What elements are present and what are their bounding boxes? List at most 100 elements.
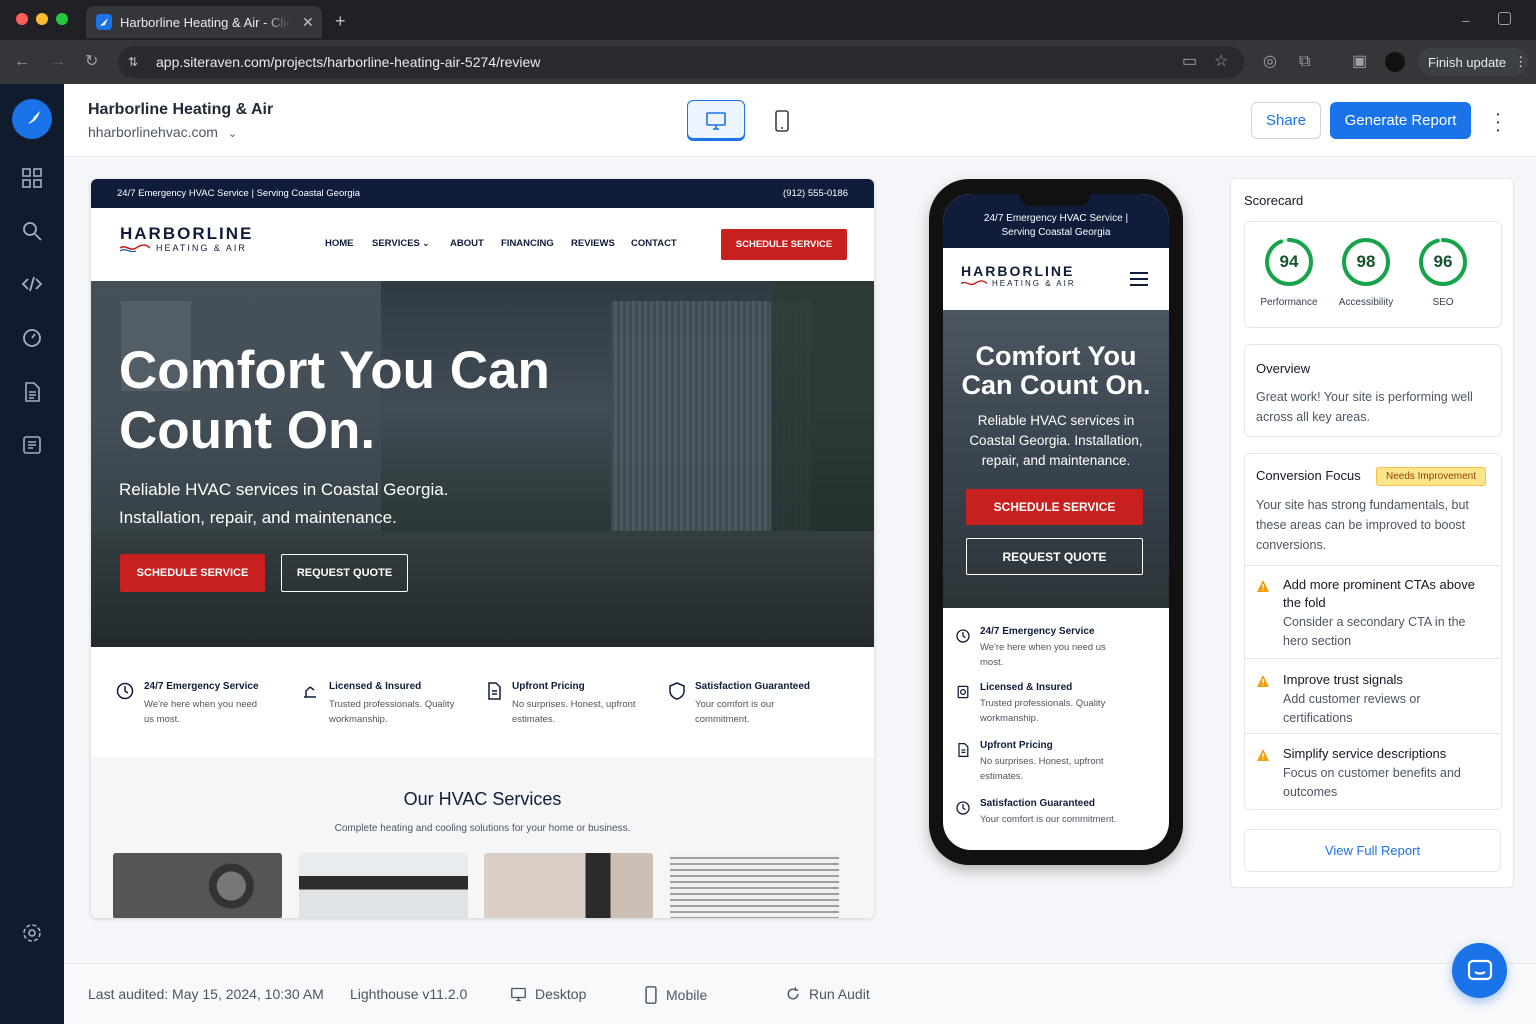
overview-title: Overview [1256, 361, 1311, 376]
hero-title: Comfort You Can Count On. [119, 341, 550, 460]
finish-update-button[interactable]: Finish update ⋮ [1418, 48, 1528, 76]
feature-item: Licensed & Insured Trusted professionals… [300, 681, 470, 727]
tab-title: Harborline Heating & Air - Client Review [120, 14, 290, 30]
feather-logo-icon [23, 111, 40, 128]
mobile-site-logo[interactable]: HARBORLINE HEATING & AIR [961, 263, 1076, 288]
footer-desktop-button[interactable]: Desktop [510, 986, 586, 1002]
mobile-brand-sub: HEATING & AIR [992, 279, 1076, 288]
nav-services[interactable]: SERVICES ⌄ [372, 238, 429, 249]
window-minimize-icon[interactable]: – [1462, 12, 1470, 28]
extension-icon[interactable]: ◎ [1263, 54, 1277, 70]
receipt-icon [488, 682, 501, 700]
desktop-view-toggle[interactable] [687, 100, 745, 141]
window-close-button[interactable] [16, 13, 28, 25]
mobile-feature-desc: Your comfort is our commitment. [980, 814, 1117, 825]
hero-section: Comfort You Can Count On. Reliable HVAC … [91, 281, 874, 647]
hero-quote-button[interactable]: REQUEST QUOTE [281, 554, 408, 592]
share-button[interactable]: Share [1251, 102, 1321, 139]
mobile-quote-button[interactable]: REQUEST QUOTE [966, 538, 1143, 575]
desktop-preview-frame: 24/7 Emergency HVAC Service | Serving Co… [91, 179, 874, 918]
nav-contact[interactable]: CONTACT [631, 238, 677, 249]
mobile-feature-desc: No surprises. Honest, upfront estimates. [980, 756, 1104, 782]
back-arrow-icon[interactable]: ← [14, 54, 30, 70]
site-logo[interactable]: HARBORLINE HEATING & AIR [120, 224, 253, 253]
shield-icon [669, 682, 685, 700]
footer-mobile-button[interactable]: Mobile [644, 986, 707, 1004]
sidepanel-icon[interactable]: ▣ [1352, 54, 1367, 70]
domain-dropdown[interactable]: hharborlinehvac.com ⌄ [88, 124, 237, 140]
score-label: Performance [1260, 297, 1318, 308]
service-image-furnace[interactable] [113, 853, 282, 918]
site-settings-icon[interactable]: ⇅ [128, 55, 138, 69]
conversion-title: Conversion Focus [1256, 468, 1361, 483]
refresh-icon [787, 987, 799, 1000]
reload-icon[interactable]: ↻ [85, 54, 98, 70]
run-audit-button[interactable]: Run Audit [785, 986, 870, 1002]
nav-services-label: SERVICES [372, 238, 420, 249]
nav-schedule-button[interactable]: SCHEDULE SERVICE [721, 229, 847, 260]
brand-sub: HEATING & AIR [156, 243, 247, 253]
siteraven-logo[interactable] [12, 99, 52, 139]
nav-about[interactable]: ABOUT [450, 238, 484, 249]
forward-arrow-icon[interactable]: → [50, 54, 66, 70]
window-restore-icon[interactable] [1498, 12, 1511, 25]
window-minimize-button[interactable] [36, 13, 48, 25]
divider [1245, 658, 1501, 659]
hamburger-menu-icon[interactable] [1130, 272, 1148, 286]
phone-notch [1020, 190, 1090, 206]
divider [1245, 565, 1501, 566]
feature-desc: We're here when you need us most. [144, 699, 258, 725]
browser-tab[interactable]: Harborline Heating & Air - Client Review… [86, 6, 322, 38]
recommendation-item[interactable]: Simplify service descriptions Focus on c… [1283, 745, 1483, 802]
mobile-view-toggle[interactable] [753, 100, 811, 141]
recommendation-item[interactable]: Improve trust signals Add customer revie… [1283, 671, 1483, 728]
monitor-icon [511, 987, 526, 1001]
service-image-ac-unit[interactable] [670, 853, 839, 918]
footer-desktop-label: Desktop [535, 986, 587, 1002]
tab-close-icon[interactable]: ✕ [302, 14, 314, 31]
url-bar[interactable]: app.siteraven.com/projects/harborline-he… [118, 46, 1244, 78]
new-tab-icon[interactable]: + [335, 11, 346, 32]
more-options-icon[interactable]: · · · [1492, 104, 1504, 140]
settings-gear-icon[interactable] [20, 921, 44, 945]
mobile-hero-title: Comfort You Can Count On. [961, 341, 1151, 400]
recommendation-desc: Consider a secondary CTA in the hero sec… [1283, 615, 1466, 648]
recommendation-item[interactable]: Add more prominent CTAs above the fold C… [1283, 576, 1483, 651]
siteraven-favicon-icon [96, 14, 112, 30]
mobile-feature-title: Satisfaction Guaranteed [980, 798, 1096, 809]
profile-avatar[interactable] [1385, 52, 1405, 72]
feature-desc: Trusted professionals. Quality workmansh… [329, 699, 455, 725]
lighthouse-version: Lighthouse v11.2.0 [350, 986, 468, 1002]
cast-icon[interactable]: ▭ [1182, 54, 1197, 70]
gauge-icon[interactable] [20, 326, 44, 350]
mobile-schedule-button[interactable]: SCHEDULE SERVICE [966, 489, 1143, 525]
dashboard-grid-icon[interactable] [20, 166, 44, 190]
tools-icon [304, 686, 316, 698]
score-value: 96 [1433, 252, 1453, 271]
nav-financing[interactable]: FINANCING [501, 238, 554, 249]
window-zoom-button[interactable] [56, 13, 68, 25]
feature-desc: No surprises. Honest, upfront estimates. [512, 699, 636, 725]
service-image-pipes[interactable] [299, 853, 468, 918]
nav-reviews[interactable]: REVIEWS [571, 238, 615, 249]
code-icon[interactable] [20, 272, 44, 296]
score-label: SEO [1432, 297, 1454, 308]
view-full-report-button[interactable]: View Full Report [1244, 829, 1501, 872]
puzzle-icon[interactable]: ⧉ [1299, 54, 1310, 70]
nav-home[interactable]: HOME [325, 238, 354, 249]
hero-overlay [91, 281, 874, 647]
recommendation-title: Simplify service descriptions [1283, 746, 1447, 761]
project-title: Harborline Heating & Air [88, 101, 274, 118]
feature-item: 24/7 Emergency Service We're here when y… [115, 681, 265, 727]
document-icon[interactable] [20, 380, 44, 404]
generate-report-button[interactable]: Generate Report [1330, 102, 1471, 139]
chat-launcher-button[interactable] [1452, 943, 1507, 998]
chevron-down-icon: ⌄ [422, 239, 430, 248]
search-icon[interactable] [20, 219, 44, 243]
hero-schedule-button[interactable]: SCHEDULE SERVICE [120, 554, 265, 592]
url-text: app.siteraven.com/projects/harborline-he… [156, 54, 541, 70]
clock-icon [956, 801, 970, 815]
service-image-technician[interactable] [484, 853, 653, 918]
bookmark-star-icon[interactable]: ☆ [1214, 54, 1228, 70]
list-icon[interactable] [20, 433, 44, 457]
